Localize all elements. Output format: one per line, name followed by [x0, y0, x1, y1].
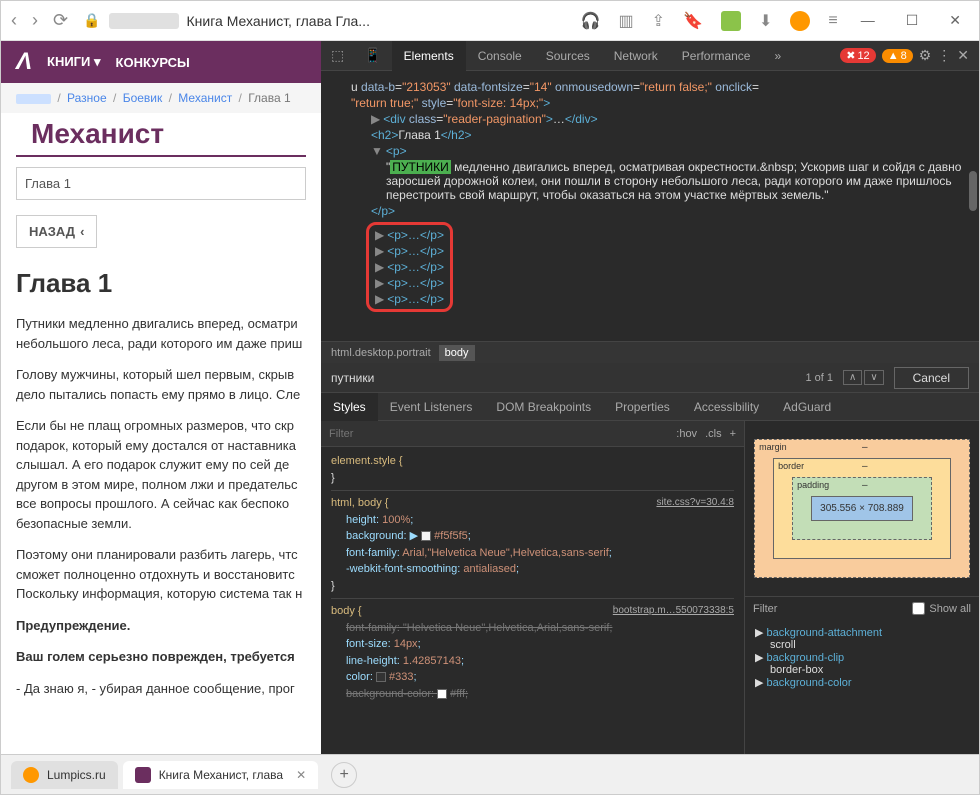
devtools-panel: ⬚ 📱 Elements Console Sources Network Per…	[321, 41, 979, 754]
paragraph: Голову мужчины, который шел первым, скры…	[16, 365, 306, 404]
tab-accessibility[interactable]: Accessibility	[682, 393, 771, 421]
bookmark-icon[interactable]: 🔖	[683, 11, 703, 31]
minimize-button[interactable]: —	[853, 12, 883, 29]
search-next-icon[interactable]: ∨	[864, 370, 883, 385]
site-logo[interactable]: Λ	[16, 48, 32, 76]
search-cancel-button[interactable]: Cancel	[894, 367, 969, 389]
new-tab-button[interactable]: +	[331, 762, 357, 788]
book-title: Механист	[16, 113, 306, 157]
chevron-left-icon: ‹	[80, 224, 84, 239]
more-icon[interactable]: ⋮	[937, 47, 951, 64]
tab-close-icon[interactable]: ✕	[296, 768, 306, 782]
tab-more[interactable]: »	[762, 41, 793, 71]
search-count: 1 of 1	[805, 372, 833, 384]
paragraph: - Да знаю я, - убирая данное сообщение, …	[16, 679, 306, 699]
warning-badge[interactable]: ▲ 8	[882, 49, 913, 63]
article-body: Глава 1 Путники медленно двигались впере…	[1, 268, 321, 698]
url-host[interactable]	[109, 13, 179, 29]
forward-icon[interactable]: ›	[32, 10, 38, 31]
nav-books[interactable]: КНИГИ ▾	[47, 54, 101, 70]
webpage-pane: Λ КНИГИ ▾ КОНКУРСЫ / Разное / Боевик / М…	[1, 41, 321, 754]
tab-sources[interactable]: Sources	[534, 41, 602, 71]
computed-pane: margin – border – padding – 305.556 × 70…	[744, 421, 979, 754]
breadcrumb-current: Глава 1	[248, 91, 290, 105]
reload-icon[interactable]: ⟳	[53, 10, 68, 31]
browser-tab-active[interactable]: Книга Механист, глава ✕	[123, 761, 318, 789]
styles-filter-input[interactable]	[329, 428, 676, 440]
settings-icon[interactable]: ⚙	[919, 47, 932, 64]
download-panel-icon[interactable]: ▥	[619, 11, 634, 31]
extension-orange-icon[interactable]	[790, 11, 810, 31]
scrollbar-thumb[interactable]	[969, 171, 977, 211]
headphones-icon[interactable]: 🎧	[581, 11, 601, 31]
favicon-icon	[23, 767, 39, 783]
chapter-select[interactable]: Глава 1	[16, 167, 306, 200]
browser-tab[interactable]: Lumpics.ru	[11, 761, 118, 789]
dom-tree[interactable]: u data-b="213053" data-fontsize="14" onm…	[321, 71, 979, 341]
dom-search-input[interactable]	[331, 371, 795, 385]
site-header: Λ КНИГИ ▾ КОНКУРСЫ	[1, 41, 321, 83]
breadcrumb-home[interactable]	[16, 94, 51, 104]
tab-styles[interactable]: Styles	[321, 393, 378, 421]
dom-search-bar: 1 of 1 ∧ ∨ Cancel	[321, 363, 979, 393]
page-title-label: Книга Механист, глава Гла...	[187, 13, 370, 29]
search-prev-icon[interactable]: ∧	[843, 370, 862, 385]
breadcrumb-item[interactable]: Боевик	[123, 91, 163, 105]
computed-filter-input[interactable]: Filter	[753, 603, 912, 615]
lock-icon: 🔒	[83, 12, 100, 29]
computed-list[interactable]: ▶ background-attachment scroll ▶ backgro…	[745, 620, 979, 695]
device-icon[interactable]: 📱	[354, 47, 391, 64]
close-devtools-icon[interactable]: ✕	[957, 47, 969, 64]
breadcrumb-item[interactable]: Разное	[67, 91, 107, 105]
tab-performance[interactable]: Performance	[670, 41, 763, 71]
breadcrumb-item[interactable]: Механист	[178, 91, 232, 105]
tab-properties[interactable]: Properties	[603, 393, 682, 421]
css-source-link[interactable]: bootstrap.m…550073338:5	[613, 603, 734, 618]
error-badge[interactable]: ✖ 12	[840, 48, 875, 63]
tab-dom-breakpoints[interactable]: DOM Breakpoints	[484, 393, 603, 421]
tab-elements[interactable]: Elements	[392, 41, 466, 71]
inspect-icon[interactable]: ⬚	[321, 47, 354, 64]
dom-breadcrumb[interactable]: html.desktop.portrait body	[321, 341, 979, 363]
tab-console[interactable]: Console	[466, 41, 534, 71]
css-source-link[interactable]: site.css?v=30.4:8	[656, 495, 734, 510]
highlighted-dom-region: ▶<p>…</p> ▶<p>…</p> ▶<p>…</p> ▶<p>…</p> …	[366, 222, 453, 312]
share-icon[interactable]: ⇪	[652, 11, 665, 31]
hov-toggle[interactable]: :hov	[676, 428, 697, 440]
back-icon[interactable]: ‹	[11, 10, 17, 31]
close-button[interactable]: ✕	[941, 12, 969, 29]
paragraph-bold: Ваш голем серьезно поврежден, требуется	[16, 647, 306, 667]
tab-adguard[interactable]: AdGuard	[771, 393, 843, 421]
maximize-button[interactable]: ☐	[898, 12, 927, 29]
styles-rules-pane[interactable]: :hov .cls + element.style { } html, body…	[321, 421, 744, 754]
tab-event-listeners[interactable]: Event Listeners	[378, 393, 485, 421]
browser-titlebar: ‹ › ⟳ 🔒 Книга Механист, глава Гла... 🎧 ▥…	[1, 1, 979, 41]
chapter-heading: Глава 1	[16, 268, 306, 299]
paragraph: Поэтому они планировали разбить лагерь, …	[16, 545, 306, 604]
nav-contests[interactable]: КОНКУРСЫ	[116, 55, 190, 70]
extension-green-icon[interactable]	[721, 11, 741, 31]
favicon-icon	[135, 767, 151, 783]
paragraph: Если бы не плащ огромных размеров, что с…	[16, 416, 306, 533]
styles-tabs: Styles Event Listeners DOM Breakpoints P…	[321, 393, 979, 421]
paragraph: Путники медленно двигались вперед, осмат…	[16, 314, 306, 353]
cls-toggle[interactable]: .cls	[705, 428, 722, 440]
browser-tabs-bar: Lumpics.ru Книга Механист, глава ✕ +	[1, 754, 979, 794]
menu-icon[interactable]: ≡	[828, 12, 837, 30]
paragraph-bold: Предупреждение.	[16, 616, 306, 636]
back-button[interactable]: НАЗАД ‹	[16, 215, 97, 248]
show-all-checkbox[interactable]	[912, 602, 925, 615]
box-model[interactable]: margin – border – padding – 305.556 × 70…	[745, 421, 979, 596]
breadcrumb: / Разное / Боевик / Механист / Глава 1	[1, 83, 321, 113]
devtools-header: ⬚ 📱 Elements Console Sources Network Per…	[321, 41, 979, 71]
tab-network[interactable]: Network	[602, 41, 670, 71]
download-icon[interactable]: ⬇	[759, 11, 772, 31]
add-rule-icon[interactable]: +	[730, 428, 736, 440]
